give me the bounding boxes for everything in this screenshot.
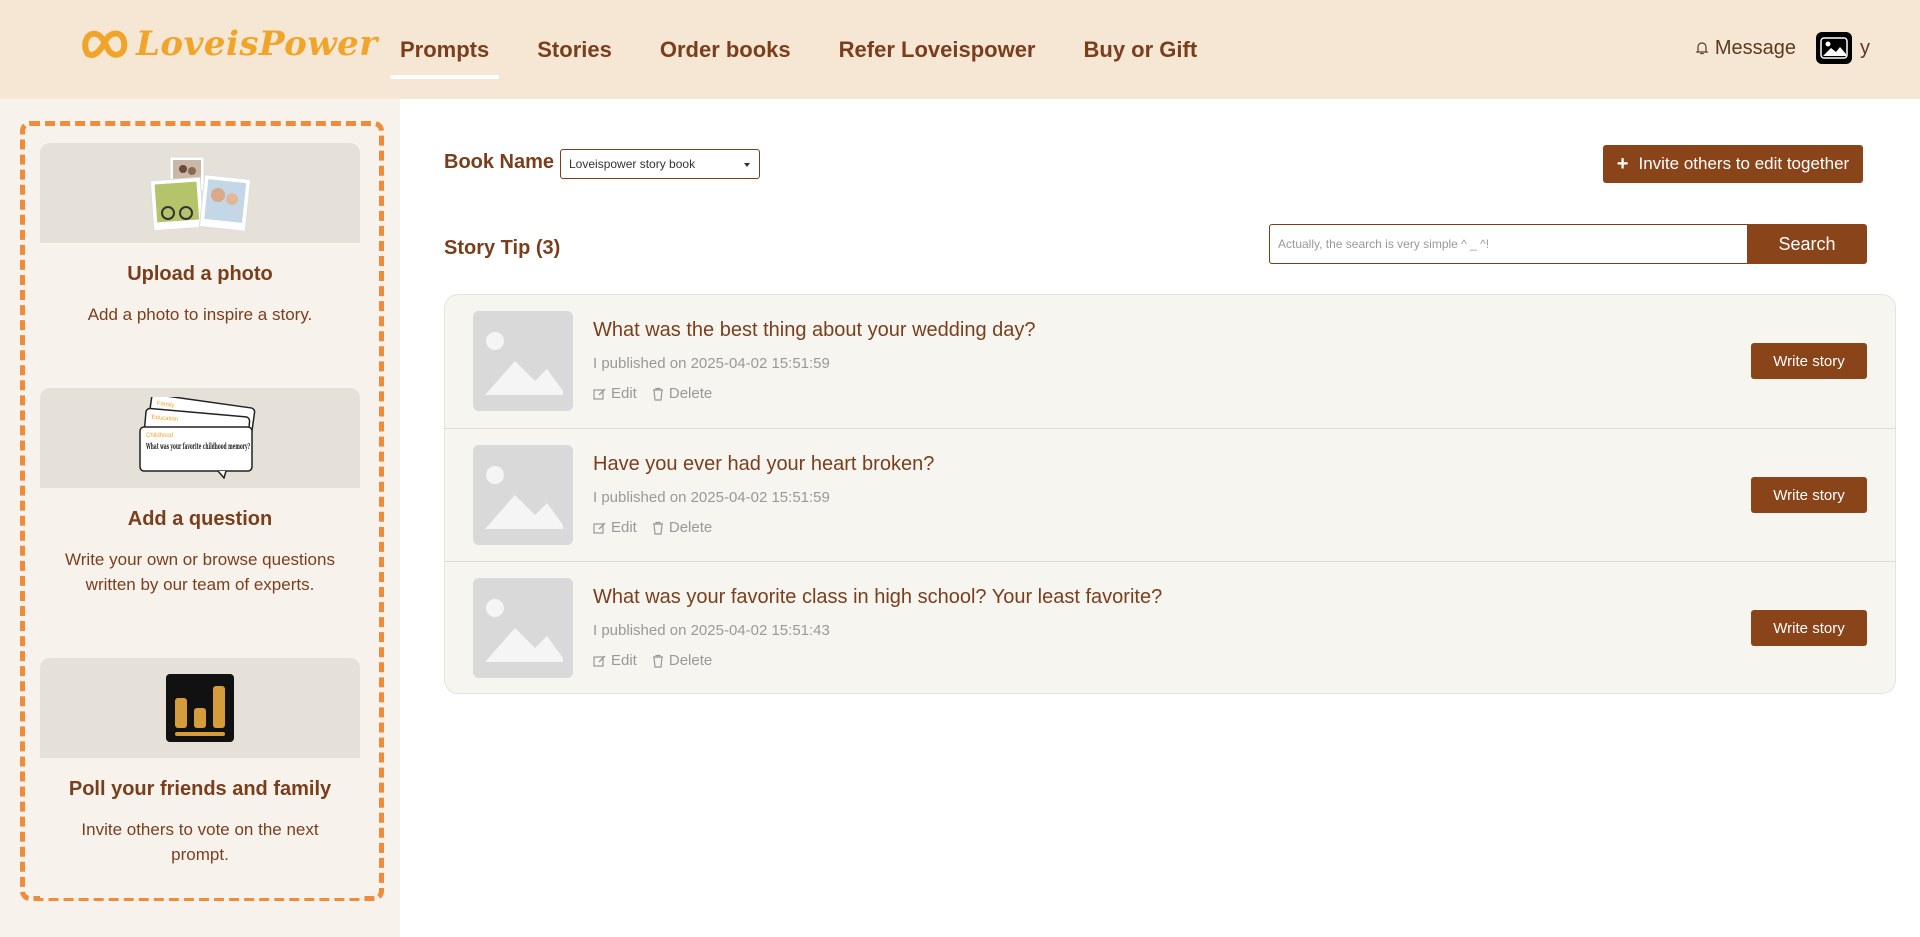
- book-select[interactable]: Loveispower story book: [560, 149, 760, 179]
- sidebar: Upload a photo Add a photo to inspire a …: [0, 99, 400, 937]
- question-cards-icon: Family Education Childhood What was your…: [139, 397, 256, 479]
- nav-stories[interactable]: Stories: [527, 0, 622, 99]
- image-placeholder-icon: [473, 311, 573, 411]
- edit-icon: [593, 522, 606, 534]
- write-story-button[interactable]: Write story: [1751, 610, 1867, 646]
- add-question-illustration: Family Education Childhood What was your…: [40, 388, 360, 488]
- caret-down-icon: [744, 163, 750, 167]
- username[interactable]: y: [1860, 37, 1870, 60]
- delete-label: Delete: [668, 385, 713, 402]
- edit-link[interactable]: Edit: [593, 652, 637, 669]
- delete-label: Delete: [668, 519, 713, 536]
- prompt-date: I published on 2025-04-02 15:51:59: [593, 355, 830, 372]
- nav-order-books[interactable]: Order books: [650, 0, 801, 99]
- nav-buy-or-gift[interactable]: Buy or Gift: [1074, 0, 1208, 99]
- question-card-text: What was your favorite childhood memory?: [145, 441, 250, 451]
- write-story-button[interactable]: Write story: [1751, 343, 1867, 379]
- prompt-actions: Edit Delete: [593, 519, 726, 536]
- message-label: Message: [1714, 36, 1796, 59]
- list-item: Have you ever had your heart broken? I p…: [445, 428, 1895, 561]
- story-tip-heading: Story Tip (3): [444, 237, 561, 259]
- photo-collage-icon: [150, 156, 250, 231]
- book-select-value: Loveispower story book: [569, 157, 696, 171]
- poll-illustration: [40, 658, 360, 758]
- bell-icon: [1695, 42, 1709, 55]
- edit-label: Edit: [611, 519, 637, 536]
- invite-others-button[interactable]: + Invite others to edit together: [1603, 145, 1863, 183]
- plus-icon: +: [1616, 152, 1629, 175]
- image-placeholder-icon: [473, 578, 573, 678]
- edit-icon: [593, 655, 606, 667]
- add-question-desc: Write your own or browse questions writt…: [65, 550, 335, 594]
- prompt-title[interactable]: What was your favorite class in high sch…: [593, 586, 1162, 609]
- header-actions: Message y: [1695, 32, 1870, 64]
- book-name-label: Book Name: [444, 151, 555, 173]
- question-card-tag-3: Childhood: [146, 433, 173, 439]
- search-button[interactable]: Search: [1747, 224, 1867, 264]
- nav-refer[interactable]: Refer Loveispower: [829, 0, 1046, 99]
- trash-icon: [652, 521, 663, 535]
- add-question-title: Add a question: [127, 508, 273, 530]
- prompt-actions: Edit Delete: [593, 652, 726, 669]
- list-item: What was your favorite class in high sch…: [445, 561, 1895, 693]
- invite-label: Invite others to edit together: [1638, 154, 1850, 173]
- image-placeholder-icon: [473, 445, 573, 545]
- trash-icon: [652, 387, 663, 401]
- prompt-title[interactable]: Have you ever had your heart broken?: [593, 453, 934, 476]
- delete-link[interactable]: Delete: [651, 519, 712, 536]
- upload-photo-title: Upload a photo: [127, 263, 273, 285]
- delete-link[interactable]: Delete: [651, 652, 712, 669]
- top-header: LoveisPower Prompts Stories Order books …: [0, 0, 1920, 99]
- list-item: What was the best thing about your weddi…: [445, 295, 1895, 428]
- prompt-date: I published on 2025-04-02 15:51:59: [593, 489, 830, 506]
- edit-icon: [593, 388, 606, 400]
- add-question-card[interactable]: Family Education Childhood What was your…: [40, 388, 360, 618]
- delete-link[interactable]: Delete: [651, 385, 712, 402]
- prompt-list: What was the best thing about your weddi…: [444, 294, 1896, 694]
- search-input[interactable]: Actually, the search is very simple ^ _ …: [1269, 224, 1748, 264]
- search-placeholder: Actually, the search is very simple ^ _ …: [1278, 237, 1490, 251]
- prompt-actions: Edit Delete: [593, 385, 726, 402]
- nav-prompts[interactable]: Prompts: [390, 0, 500, 99]
- brand-name: LoveisPower: [136, 24, 378, 64]
- main-nav: Prompts Stories Order books Refer Loveis…: [390, 0, 1235, 99]
- svg-text:What was your favorite childho: What was your favorite childhood memory?: [145, 441, 250, 451]
- poll-title: Poll your friends and family: [68, 778, 332, 800]
- message-link[interactable]: Message: [1695, 37, 1796, 60]
- poll-card[interactable]: Poll your friends and family Invite othe…: [40, 658, 360, 898]
- poll-desc: Invite others to vote on the next prompt…: [81, 820, 319, 864]
- prompt-title[interactable]: What was the best thing about your weddi…: [593, 319, 1036, 342]
- delete-label: Delete: [668, 652, 713, 669]
- edit-label: Edit: [611, 652, 637, 669]
- avatar[interactable]: [1816, 32, 1852, 64]
- upload-photo-desc: Add a photo to inspire a story.: [87, 305, 313, 324]
- upload-photo-illustration: [40, 143, 360, 243]
- brand-logo[interactable]: LoveisPower: [80, 24, 378, 64]
- main-content: Book Name Loveispower story book + Invit…: [400, 99, 1920, 937]
- upload-photo-card[interactable]: Upload a photo Add a photo to inspire a …: [40, 143, 360, 353]
- edit-label: Edit: [611, 385, 637, 402]
- infinity-heart-icon: [82, 30, 128, 58]
- edit-link[interactable]: Edit: [593, 385, 637, 402]
- trash-icon: [652, 654, 663, 668]
- write-story-button[interactable]: Write story: [1751, 477, 1867, 513]
- edit-link[interactable]: Edit: [593, 519, 637, 536]
- bar-chart-icon: [166, 674, 234, 742]
- image-icon: [1820, 37, 1848, 59]
- prompt-date: I published on 2025-04-02 15:51:43: [593, 622, 830, 639]
